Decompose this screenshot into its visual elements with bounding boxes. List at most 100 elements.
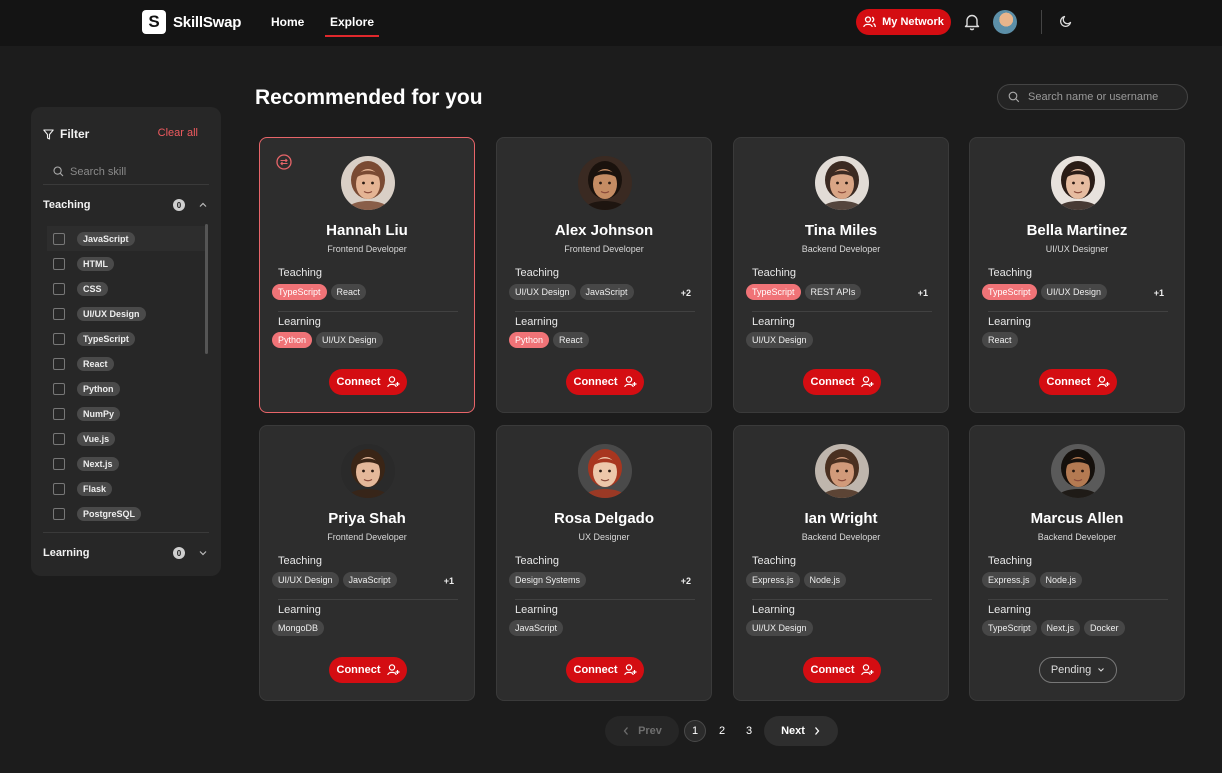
skill-filter-row[interactable]: NumPy xyxy=(53,401,213,426)
profile-name: Bella Martinez xyxy=(1026,222,1128,239)
clear-all-link[interactable]: Clear all xyxy=(158,127,198,139)
teaching-chips: Design Systems xyxy=(509,572,587,588)
skill-filter-row[interactable]: UI/UX Design xyxy=(53,301,213,326)
more-skills-count: +2 xyxy=(680,576,691,586)
skill-filter-row[interactable]: Flask xyxy=(53,476,213,501)
skill-filter-row[interactable]: React xyxy=(53,351,213,376)
user-avatar[interactable] xyxy=(993,10,1017,34)
connect-button[interactable]: Connect xyxy=(1039,369,1117,395)
connect-button[interactable]: Connect xyxy=(329,657,407,683)
page-3-button[interactable]: 3 xyxy=(738,720,760,742)
skill-checkbox[interactable] xyxy=(53,432,65,445)
filter-sidebar: Filter Clear all Teaching 0 JavaScript HT… xyxy=(31,107,221,576)
skill-tag: React xyxy=(330,284,367,300)
profile-card[interactable]: Hannah Liu Frontend Developer Teaching Type… xyxy=(259,137,475,413)
skill-search[interactable] xyxy=(43,159,209,185)
pending-label: Pending xyxy=(1050,664,1092,676)
next-page-button[interactable]: Next xyxy=(764,716,838,746)
user-plus-icon xyxy=(860,664,873,676)
skill-chip: NumPy xyxy=(77,406,121,421)
sidebar-divider xyxy=(43,532,209,533)
profile-role: Frontend Developer xyxy=(327,532,407,542)
connect-button[interactable]: Connect xyxy=(566,369,644,395)
connect-button[interactable]: Connect xyxy=(566,657,644,683)
connect-label: Connect xyxy=(336,376,381,388)
people-search-input[interactable] xyxy=(1028,91,1178,103)
more-skills-count: +1 xyxy=(443,576,454,586)
profile-avatar xyxy=(1051,444,1105,498)
my-network-button[interactable]: My Network xyxy=(856,9,951,35)
skill-tag: JavaScript xyxy=(342,572,397,588)
connect-button[interactable]: Connect xyxy=(803,369,881,395)
nav-explore[interactable]: Explore xyxy=(324,15,380,37)
connect-button[interactable]: Connect xyxy=(803,657,881,683)
chevron-down-icon xyxy=(1098,668,1105,672)
skill-checkbox[interactable] xyxy=(53,307,65,320)
bell-icon[interactable] xyxy=(964,13,980,31)
teaching-label: Teaching xyxy=(988,267,1033,279)
brand-logo[interactable]: S SkillSwap xyxy=(142,10,241,34)
skill-filter-row[interactable]: Python xyxy=(53,376,213,401)
profile-card[interactable]: Priya Shah Frontend Developer Teaching UI/U… xyxy=(259,425,475,701)
skill-filter-row[interactable]: Next.js xyxy=(53,451,213,476)
page-1-button[interactable]: 1 xyxy=(684,720,706,742)
profile-role: Frontend Developer xyxy=(564,244,644,254)
teaching-label: Teaching xyxy=(515,267,560,279)
skill-checkbox[interactable] xyxy=(53,357,65,370)
page-2-button[interactable]: 2 xyxy=(711,720,733,742)
connect-label: Connect xyxy=(573,664,618,676)
skill-tag: JavaScript xyxy=(509,620,564,636)
skill-list-scrollbar[interactable] xyxy=(205,224,208,354)
moon-icon[interactable] xyxy=(1059,14,1073,28)
skill-checkbox[interactable] xyxy=(53,232,65,245)
profile-card[interactable]: Marcus Allen Backend Developer Teaching Exp… xyxy=(969,425,1185,701)
skill-search-input[interactable] xyxy=(70,165,200,178)
teaching-skill-list: JavaScript HTML CSS UI/UX Design TypeScript R… xyxy=(47,226,213,526)
connect-button[interactable]: Connect xyxy=(329,369,407,395)
teaching-count-badge: 0 xyxy=(173,199,185,211)
skill-tag: Express.js xyxy=(982,572,1036,588)
profile-card[interactable]: Bella Martinez UI/UX Designer Teaching Type… xyxy=(969,137,1185,413)
skill-tag: MongoDB xyxy=(272,620,325,636)
skill-checkbox[interactable] xyxy=(53,482,65,495)
skill-checkbox[interactable] xyxy=(53,382,65,395)
pending-button[interactable]: Pending xyxy=(1039,657,1117,683)
learning-label: Learning xyxy=(988,316,1031,328)
skill-filter-row[interactable]: TypeScript xyxy=(53,326,213,351)
search-icon xyxy=(1008,91,1020,103)
connect-label: Connect xyxy=(1046,376,1091,388)
profile-card[interactable]: Tina Miles Backend Developer Teaching TypeS… xyxy=(733,137,949,413)
skill-filter-row[interactable]: JavaScript xyxy=(47,226,205,251)
skill-tag: UI/UX Design xyxy=(316,332,383,348)
skill-checkbox[interactable] xyxy=(53,257,65,270)
skill-filter-row[interactable]: HTML xyxy=(53,251,213,276)
skill-checkbox[interactable] xyxy=(53,332,65,345)
skill-checkbox[interactable] xyxy=(53,457,65,470)
skill-chip: Vue.js xyxy=(77,431,116,446)
swap-icon xyxy=(276,154,292,170)
profile-card[interactable]: Ian Wright Backend Developer Teaching Expre… xyxy=(733,425,949,701)
profile-avatar xyxy=(341,156,395,210)
learning-chips: UI/UX Design xyxy=(746,620,813,636)
user-plus-icon xyxy=(386,664,399,676)
nav-divider xyxy=(1041,10,1042,34)
skill-filter-row[interactable]: PostgreSQL xyxy=(53,501,213,526)
skill-chip: Flask xyxy=(77,481,113,496)
skill-checkbox[interactable] xyxy=(53,282,65,295)
profile-card[interactable]: Alex Johnson Frontend Developer Teaching UI… xyxy=(496,137,712,413)
profile-card[interactable]: Rosa Delgado UX Designer Teaching Design Sy… xyxy=(496,425,712,701)
card-divider xyxy=(278,311,458,312)
skill-filter-row[interactable]: Vue.js xyxy=(53,426,213,451)
skill-checkbox[interactable] xyxy=(53,407,65,420)
skill-filter-row[interactable]: CSS xyxy=(53,276,213,301)
people-search[interactable] xyxy=(997,84,1188,110)
skill-tag: UI/UX Design xyxy=(746,620,813,636)
skill-tag: UI/UX Design xyxy=(272,572,339,588)
skill-tag: React xyxy=(982,332,1018,348)
prev-page-button[interactable]: Prev xyxy=(605,716,679,746)
teaching-section-toggle[interactable]: Teaching 0 xyxy=(43,195,209,215)
nav-home[interactable]: Home xyxy=(271,15,304,29)
learning-section-toggle[interactable]: Learning 0 xyxy=(43,543,209,563)
skill-checkbox[interactable] xyxy=(53,507,65,520)
profile-avatar xyxy=(1051,156,1105,210)
